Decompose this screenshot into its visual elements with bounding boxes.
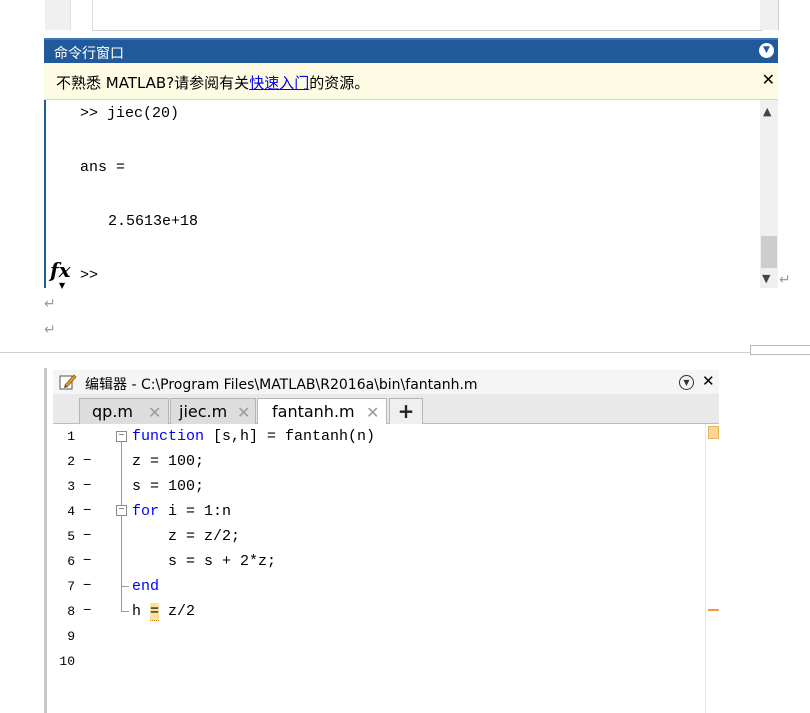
command-prompt[interactable]: >> (80, 267, 98, 284)
close-tab-icon[interactable]: ✕ (237, 403, 250, 422)
breakpoint-dash[interactable]: − (83, 603, 91, 619)
document-separator (0, 352, 810, 353)
line-number: 9 (67, 629, 75, 644)
code-text: h (132, 603, 151, 620)
code-text: [s,h] = fantanh(n) (204, 428, 376, 445)
chevron-down-icon[interactable]: ▼ (679, 375, 694, 390)
line-number: 2 (67, 454, 75, 469)
editor-tab-bar: qp.m ✕ jiec.m ✕ fantanh.m ✕ + (53, 394, 719, 425)
previous-editor-scrollbar[interactable] (760, 0, 779, 30)
line-number: 6 (67, 554, 75, 569)
line-number: 7 (67, 579, 75, 594)
line-number: 5 (67, 529, 75, 544)
scroll-up-icon[interactable]: ▲ (763, 105, 771, 118)
code-line-8: h = z/2 (132, 603, 196, 621)
command-window-titlebar: 命令行窗口 ▼ (44, 38, 778, 63)
getting-started-link[interactable]: 快速入门 (249, 74, 309, 92)
chevron-down-icon[interactable]: ▼ (759, 43, 774, 58)
line-number: 3 (67, 479, 75, 494)
paragraph-mark-icon: ↵ (44, 296, 56, 312)
warning-indicator-icon[interactable] (708, 426, 719, 439)
add-tab-button[interactable]: + (389, 398, 423, 424)
paragraph-mark-icon: ↵ (44, 322, 56, 338)
code-editor[interactable]: 1 2 3 4 5 6 7 8 9 10 − − − − − − − − − f… (53, 424, 719, 713)
document-margin-marker (750, 345, 810, 355)
tab-fantanh[interactable]: fantanh.m ✕ (257, 398, 387, 425)
breakpoint-dash[interactable]: − (83, 478, 91, 494)
code-text: i = 1:n (159, 503, 232, 520)
command-window-output[interactable]: >> jiec(20) ans = 2.5613e+18 fx ▼ >> (44, 100, 760, 290)
code-line-4: for i = 1:n (132, 503, 231, 520)
message-bar (705, 424, 719, 713)
tab-qp[interactable]: qp.m ✕ (79, 398, 169, 424)
breakpoint-dash[interactable]: − (83, 503, 91, 519)
fold-guide (121, 611, 129, 612)
breakpoint-dash[interactable]: − (83, 528, 91, 544)
tab-label: qp.m (92, 402, 133, 421)
warning-marker[interactable] (708, 609, 719, 611)
previous-editor-pane (92, 0, 762, 31)
tab-label: jiec.m (179, 402, 228, 421)
keyword: function (132, 428, 205, 445)
fold-toggle-icon[interactable]: − (116, 431, 127, 442)
function-browser-icon[interactable]: fx (50, 258, 71, 282)
close-tab-icon[interactable]: ✕ (148, 403, 161, 422)
code-line-7: end (132, 578, 160, 595)
fx-dropdown-icon[interactable]: ▼ (59, 281, 65, 290)
command-history-line: >> jiec(20) (80, 105, 180, 122)
code-line-1: function [s,h] = fantanh(n) (132, 428, 375, 445)
command-window-scrollbar[interactable]: ▲ ▼ (760, 100, 778, 288)
close-icon[interactable]: ✕ (702, 372, 715, 390)
line-number: 10 (59, 654, 75, 669)
close-tab-icon[interactable]: ✕ (366, 403, 379, 422)
close-icon[interactable]: ✕ (762, 70, 775, 89)
ans-label: ans = (80, 159, 126, 176)
getting-started-notice: 不熟悉 MATLAB?请参阅有关快速入门的资源。 ✕ (44, 63, 778, 100)
breakpoint-dash[interactable]: − (83, 578, 91, 594)
line-number: 8 (67, 604, 75, 619)
code-text: z/2 (159, 603, 196, 620)
code-line-3: s = 100; (132, 478, 205, 495)
code-line-2: z = 100; (132, 453, 205, 470)
notice-prefix: 不熟悉 MATLAB?请参阅有关 (56, 74, 250, 92)
keyword: for (132, 503, 160, 520)
ans-value: 2.5613e+18 (108, 213, 199, 230)
fold-guide (121, 586, 129, 587)
editor-titlebar: 编辑器 - C:\Program Files\MATLAB\R2016a\bin… (53, 370, 719, 394)
scroll-down-icon[interactable]: ▼ (762, 272, 770, 285)
editor-title: 编辑器 - C:\Program Files\MATLAB\R2016a\bin… (85, 377, 478, 393)
breakpoint-dash[interactable]: − (83, 453, 91, 469)
editor-left-border (44, 368, 47, 713)
code-line-5: z = z/2; (168, 528, 241, 545)
fold-toggle-icon[interactable]: − (116, 505, 127, 516)
previous-editor-gutter (45, 0, 71, 30)
scrollbar-thumb[interactable] (761, 236, 777, 268)
notice-text: 不熟悉 MATLAB?请参阅有关快速入门的资源。 (56, 72, 369, 93)
warning-highlight[interactable]: = (150, 603, 160, 621)
tab-label: fantanh.m (272, 402, 355, 421)
line-number: 4 (67, 504, 75, 519)
breakpoint-dash[interactable]: − (83, 553, 91, 569)
notice-suffix: 的资源。 (309, 74, 370, 92)
tab-jiec[interactable]: jiec.m ✕ (170, 398, 256, 424)
code-line-6: s = s + 2*z; (168, 553, 277, 570)
command-window-title: 命令行窗口 (54, 46, 124, 62)
line-number: 1 (67, 429, 75, 444)
editor-pencil-icon (59, 374, 77, 390)
paragraph-mark-icon: ↵ (779, 272, 791, 288)
